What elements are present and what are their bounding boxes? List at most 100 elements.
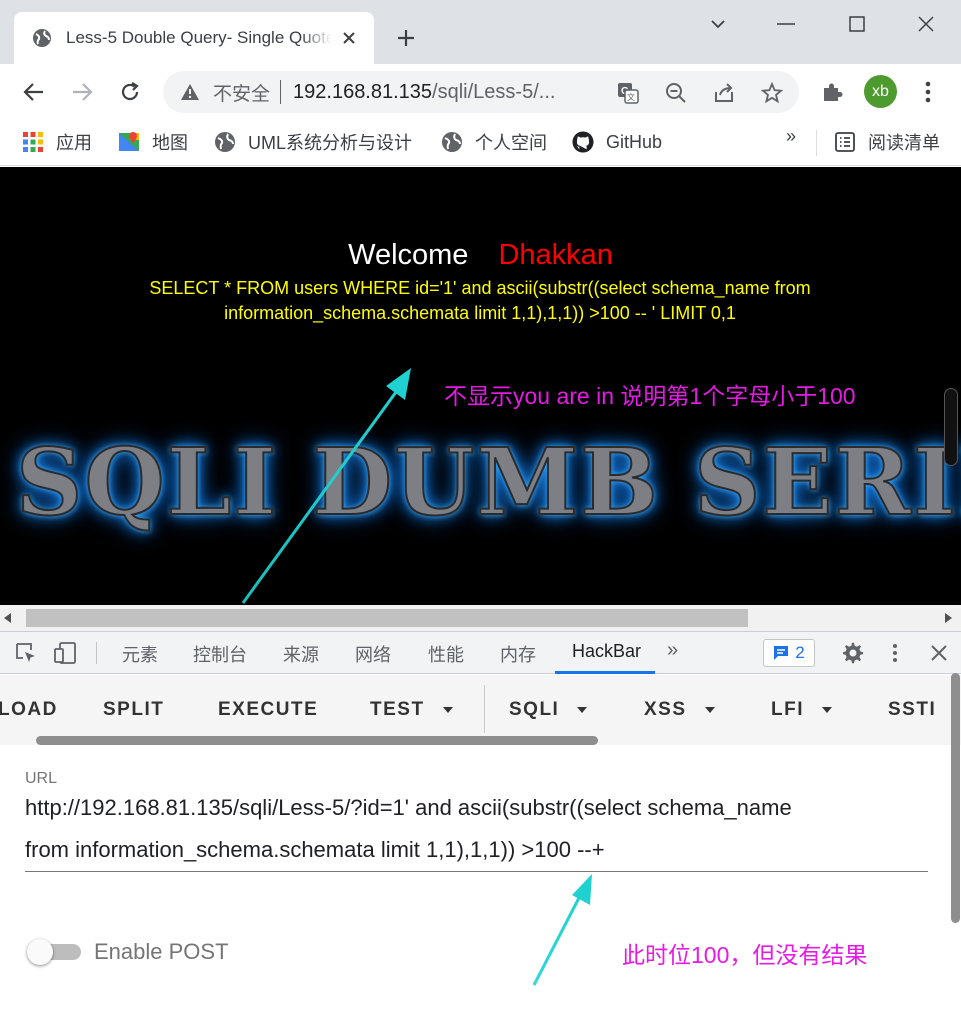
more-tabs-chevron-icon[interactable]: » <box>667 639 678 662</box>
horizontal-scroll-thumb[interactable] <box>26 609 748 627</box>
browser-toolbar: 不安全 192.168.81.135/sqli/Less-5/... G文 xb <box>0 64 961 120</box>
caret-down-icon <box>442 707 453 713</box>
maximize-icon[interactable] <box>841 10 873 38</box>
tab-title: Less-5 Double Query- Single Quotes- Stri… <box>66 28 332 47</box>
welcome-name: Dhakkan <box>498 239 613 271</box>
close-tab-icon[interactable] <box>338 27 360 49</box>
horizontal-scrollbar[interactable] <box>0 605 961 631</box>
share-icon[interactable] <box>712 81 736 105</box>
address-bar[interactable]: 不安全 192.168.81.135/sqli/Less-5/... <box>163 71 799 113</box>
hackbar-divider <box>484 685 485 733</box>
browser-tab[interactable]: Less-5 Double Query- Single Quotes- Stri… <box>14 12 374 64</box>
scroll-left-icon[interactable] <box>4 613 12 623</box>
hackbar-lfi-dropdown[interactable]: LFI <box>771 699 832 721</box>
back-arrow-icon[interactable] <box>18 76 50 108</box>
profile-avatar[interactable]: xb <box>864 75 897 108</box>
new-tab-button[interactable] <box>392 24 420 52</box>
hackbar-load-button[interactable]: LOAD <box>0 699 58 721</box>
reading-list-label: 阅读清单 <box>868 133 940 153</box>
url-field-line-1[interactable]: http://192.168.81.135/sqli/Less-5/?id=1'… <box>25 795 925 821</box>
devtools-divider <box>96 642 97 664</box>
bookmark-label: 个人空间 <box>475 133 547 153</box>
url-text[interactable]: 192.168.81.135/sqli/Less-5/... <box>293 81 593 104</box>
caret-down-icon <box>577 707 588 713</box>
tab-network[interactable]: 网络 <box>355 641 391 667</box>
devtools-tab-bar: 元素 控制台 来源 网络 性能 内存 HackBar » 2 <box>0 631 961 674</box>
enable-post-label[interactable]: Enable POST <box>94 939 229 965</box>
reading-list-icon <box>834 131 856 153</box>
sqli-dumb-series-banner: SQLI DUMB SERIES <box>15 427 961 537</box>
welcome-label: Welcome <box>348 239 469 271</box>
hackbar-sqli-dropdown[interactable]: SQLI <box>509 699 588 721</box>
bookmark-star-icon[interactable] <box>760 81 784 105</box>
reading-list-button[interactable]: 阅读清单 <box>834 128 940 156</box>
title-bar: Less-5 Double Query- Single Quotes- Stri… <box>0 0 961 64</box>
bookmark-personal-space[interactable]: 个人空间 <box>441 128 547 156</box>
issues-count: 2 <box>795 643 805 662</box>
welcome-line: Welcome Dhakkan <box>0 239 961 272</box>
caret-down-icon <box>704 707 715 713</box>
tab-search-icon[interactable] <box>702 10 734 38</box>
close-devtools-icon[interactable] <box>926 640 952 666</box>
tab-hackbar[interactable]: HackBar <box>572 641 641 662</box>
bookmark-label: 地图 <box>152 133 188 153</box>
reload-icon[interactable] <box>114 76 146 108</box>
bookmarks-divider <box>816 130 817 156</box>
globe-icon <box>441 131 463 153</box>
globe-icon <box>214 131 236 153</box>
bookmark-apps[interactable]: 应用 <box>22 128 92 156</box>
hackbar-test-dropdown[interactable]: TEST <box>370 699 453 721</box>
bookmark-github[interactable]: GitHub <box>572 128 662 156</box>
hackbar-menu-bar: LOAD SPLIT EXECUTE TEST SQLI XSS LFI SST… <box>0 675 961 745</box>
url-field-label: URL <box>25 770 58 787</box>
security-label[interactable]: 不安全 <box>213 79 270 106</box>
hackbar-menu-scroll-thumb[interactable] <box>36 736 598 745</box>
settings-gear-icon[interactable] <box>840 640 866 666</box>
message-icon <box>774 646 789 660</box>
url-field-line-2[interactable]: from information_schema.schemata limit 1… <box>25 837 925 863</box>
bookmark-label: UML系统分析与设计 <box>248 133 413 153</box>
annotation-top: 不显示you are in 说明第1个字母小于100 <box>444 383 856 409</box>
bookmark-uml[interactable]: UML系统分析与设计 <box>214 128 412 156</box>
tab-elements[interactable]: 元素 <box>122 641 158 667</box>
tab-sources[interactable]: 来源 <box>283 641 319 667</box>
hackbar-panel: URL http://192.168.81.135/sqli/Less-5/?i… <box>0 746 961 1021</box>
more-vert-icon[interactable] <box>912 76 944 108</box>
scroll-right-icon[interactable] <box>945 613 953 623</box>
devtools-vertical-scroll-thumb[interactable] <box>951 673 960 923</box>
hackbar-split-button[interactable]: SPLIT <box>103 699 164 721</box>
forward-arrow-icon[interactable] <box>66 76 98 108</box>
inspect-element-icon[interactable] <box>13 640 39 666</box>
toggle-knob <box>27 939 53 965</box>
hackbar-execute-button[interactable]: EXECUTE <box>218 699 318 721</box>
omnibox-divider <box>280 80 282 104</box>
tab-console[interactable]: 控制台 <box>193 641 247 667</box>
devtools-menu-icon[interactable] <box>882 640 908 666</box>
caret-down-icon <box>822 707 832 713</box>
maps-pin-icon <box>118 131 140 153</box>
globe-icon <box>32 28 52 48</box>
bookmark-label: 应用 <box>56 133 92 153</box>
bookmark-maps[interactable]: 地图 <box>118 128 188 156</box>
extensions-puzzle-icon[interactable] <box>816 76 848 108</box>
active-tab-indicator <box>555 671 655 674</box>
apps-grid-icon <box>22 131 44 153</box>
close-window-icon[interactable] <box>910 10 942 38</box>
svg-text:文: 文 <box>627 92 635 102</box>
hackbar-xss-dropdown[interactable]: XSS <box>644 699 715 721</box>
bookmarks-overflow-chevron-icon[interactable]: » <box>786 126 796 147</box>
minimize-icon[interactable] <box>770 10 802 38</box>
tab-performance[interactable]: 性能 <box>428 641 464 667</box>
url-field-underline <box>25 871 928 872</box>
warning-triangle-icon[interactable] <box>179 81 201 103</box>
hackbar-ssti-dropdown[interactable]: SSTI <box>888 699 936 721</box>
zoom-out-icon[interactable] <box>664 81 688 105</box>
enable-post-toggle[interactable] <box>27 939 83 965</box>
page-viewport: Welcome Dhakkan SELECT * FROM users WHERE… <box>0 167 961 605</box>
issues-badge[interactable]: 2 <box>763 639 815 667</box>
translate-icon[interactable]: G文 <box>616 81 640 105</box>
github-icon <box>572 131 594 153</box>
tab-memory[interactable]: 内存 <box>500 641 536 667</box>
annotation-bottom: 此时位100，但没有结果 <box>622 942 868 968</box>
device-toolbar-icon[interactable] <box>52 640 78 666</box>
